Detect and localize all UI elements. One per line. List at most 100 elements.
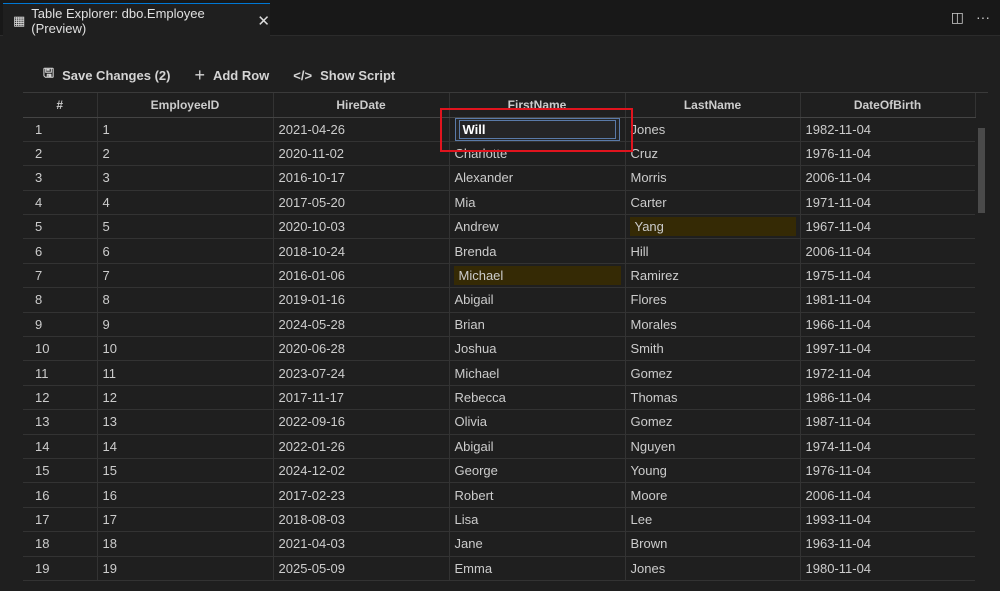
table-cell[interactable]: 8 xyxy=(23,287,98,313)
table-cell[interactable]: 1976-11-04 xyxy=(800,458,976,484)
table-cell[interactable]: 2022-01-26 xyxy=(273,434,450,459)
scrollbar-thumb[interactable] xyxy=(978,128,985,213)
table-cell[interactable]: 1972-11-04 xyxy=(800,360,976,386)
table-cell[interactable]: Mia xyxy=(449,190,626,216)
table-cell[interactable]: 1975-11-04 xyxy=(800,263,976,289)
table-cell[interactable]: 1963-11-04 xyxy=(800,531,976,557)
column-header[interactable]: # xyxy=(23,93,98,118)
table-cell[interactable]: 2021-04-03 xyxy=(273,531,450,557)
table-cell[interactable]: 2018-08-03 xyxy=(273,507,450,533)
table-cell[interactable]: 3 xyxy=(97,165,274,191)
table-cell[interactable]: 3 xyxy=(23,165,98,191)
table-row[interactable]: 4 4 2017-05-20 Mia Carter 1971-11-04 xyxy=(23,190,976,216)
table-cell[interactable]: 2024-05-28 xyxy=(273,312,450,338)
table-cell[interactable]: 1987-11-04 xyxy=(800,409,976,435)
table-cell[interactable]: 8 xyxy=(97,287,274,313)
table-cell[interactable]: 10 xyxy=(97,336,274,362)
table-row[interactable]: 6 6 2018-10-24 Brenda Hill 2006-11-04 xyxy=(23,238,976,264)
table-cell[interactable]: 1997-11-04 xyxy=(800,336,976,362)
table-row[interactable]: 14 14 2022-01-26 Abigail Nguyen 1974-11-04 xyxy=(23,434,976,459)
table-row[interactable]: 3 3 2016-10-17 Alexander Morris 2006-11-04 xyxy=(23,165,976,191)
table-cell[interactable]: Jones xyxy=(625,556,801,581)
table-cell[interactable]: 2017-05-20 xyxy=(273,190,450,216)
table-cell[interactable]: 2016-01-06 xyxy=(273,263,450,289)
close-icon[interactable]: ✕ xyxy=(257,12,270,30)
table-cell[interactable]: Thomas xyxy=(625,385,801,411)
table-cell[interactable]: Andrew xyxy=(449,214,626,240)
table-cell[interactable]: 12 xyxy=(97,385,274,411)
table-cell[interactable]: 17 xyxy=(97,507,274,533)
table-cell[interactable]: Jones xyxy=(625,117,801,142)
table-cell[interactable]: 15 xyxy=(97,458,274,484)
table-cell[interactable]: 2006-11-04 xyxy=(800,482,976,508)
table-cell[interactable]: Olivia xyxy=(449,409,626,435)
table-cell[interactable]: 2017-11-17 xyxy=(273,385,450,411)
table-cell[interactable]: Lee xyxy=(625,507,801,533)
tab-table-explorer[interactable]: ▦ Table Explorer: dbo.Employee (Preview)… xyxy=(3,3,270,37)
table-cell[interactable]: Alexander xyxy=(449,165,626,191)
table-cell[interactable]: 1974-11-04 xyxy=(800,434,976,459)
table-cell[interactable]: 2025-05-09 xyxy=(273,556,450,581)
table-row[interactable]: 19 19 2025-05-09 Emma Jones 1980-11-04 xyxy=(23,556,976,581)
table-cell[interactable]: 2018-10-24 xyxy=(273,238,450,264)
table-cell[interactable]: 6 xyxy=(97,238,274,264)
table-cell[interactable]: Ramirez xyxy=(625,263,801,289)
modified-cell[interactable]: Michael xyxy=(449,263,626,289)
table-row[interactable]: 9 9 2024-05-28 Brian Morales 1966-11-04 xyxy=(23,312,976,338)
table-cell[interactable]: 9 xyxy=(23,312,98,338)
table-cell[interactable]: 4 xyxy=(97,190,274,216)
table-cell[interactable]: Young xyxy=(625,458,801,484)
table-row[interactable]: 15 15 2024-12-02 George Young 1976-11-04 xyxy=(23,458,976,484)
table-cell[interactable]: 17 xyxy=(23,507,98,533)
table-cell[interactable]: 9 xyxy=(97,312,274,338)
table-cell[interactable]: 16 xyxy=(97,482,274,508)
table-cell[interactable]: 2022-09-16 xyxy=(273,409,450,435)
split-editor-icon[interactable]: ◫ xyxy=(951,9,964,26)
table-cell[interactable]: 1971-11-04 xyxy=(800,190,976,216)
table-cell[interactable]: Flores xyxy=(625,287,801,313)
table-cell[interactable]: Hill xyxy=(625,238,801,264)
table-cell[interactable]: Abigail xyxy=(449,434,626,459)
table-row[interactable]: 7 7 2016-01-06 Michael Ramirez 1975-11-04 xyxy=(23,263,976,289)
show-script-button[interactable]: </> Show Script xyxy=(293,64,395,86)
save-changes-button[interactable]: 🖫 Save Changes (2) xyxy=(43,64,170,86)
table-cell[interactable]: 2021-04-26 xyxy=(273,117,450,142)
table-cell[interactable]: 4 xyxy=(23,190,98,216)
modified-cell[interactable]: Yang xyxy=(625,214,801,240)
table-cell[interactable]: 2020-11-02 xyxy=(273,141,450,167)
table-cell[interactable]: Moore xyxy=(625,482,801,508)
table-cell[interactable]: Nguyen xyxy=(625,434,801,459)
table-cell[interactable]: 1976-11-04 xyxy=(800,141,976,167)
table-cell[interactable]: Michael xyxy=(449,360,626,386)
table-cell[interactable]: Morales xyxy=(625,312,801,338)
table-row[interactable]: 11 11 2023-07-24 Michael Gomez 1972-11-04 xyxy=(23,360,976,386)
table-row[interactable]: 5 5 2020-10-03 Andrew Yang 1967-11-04 xyxy=(23,214,976,240)
table-cell[interactable]: Brown xyxy=(625,531,801,557)
table-cell[interactable]: Emma xyxy=(449,556,626,581)
column-header[interactable]: LastName xyxy=(625,93,801,118)
table-cell[interactable]: 1966-11-04 xyxy=(800,312,976,338)
table-cell[interactable]: 5 xyxy=(97,214,274,240)
table-cell[interactable]: Morris xyxy=(625,165,801,191)
table-cell[interactable]: 2 xyxy=(97,141,274,167)
table-cell[interactable]: 14 xyxy=(97,434,274,459)
table-cell[interactable]: Smith xyxy=(625,336,801,362)
table-cell[interactable]: 6 xyxy=(23,238,98,264)
table-cell[interactable]: Brenda xyxy=(449,238,626,264)
table-cell[interactable]: 15 xyxy=(23,458,98,484)
table-cell[interactable]: 1986-11-04 xyxy=(800,385,976,411)
table-cell[interactable]: 11 xyxy=(23,360,98,386)
table-cell[interactable]: 11 xyxy=(97,360,274,386)
table-cell[interactable]: 2 xyxy=(23,141,98,167)
table-cell[interactable]: Jane xyxy=(449,531,626,557)
table-cell[interactable]: 2006-11-04 xyxy=(800,165,976,191)
table-cell[interactable]: Gomez xyxy=(625,360,801,386)
table-cell[interactable]: 5 xyxy=(23,214,98,240)
table-cell[interactable]: George xyxy=(449,458,626,484)
table-cell[interactable]: 2006-11-04 xyxy=(800,238,976,264)
table-cell[interactable]: 2019-01-16 xyxy=(273,287,450,313)
table-cell[interactable]: 1993-11-04 xyxy=(800,507,976,533)
add-row-button[interactable]: + Add Row xyxy=(194,64,269,86)
table-cell[interactable]: 14 xyxy=(23,434,98,459)
table-cell[interactable]: 1981-11-04 xyxy=(800,287,976,313)
